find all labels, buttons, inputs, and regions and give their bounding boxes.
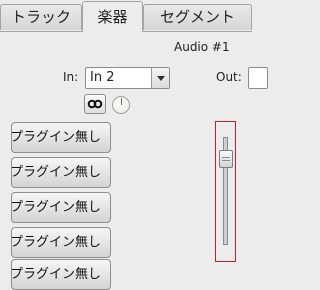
plugin-slot-2-button[interactable]: プラグイン無し <box>11 157 111 188</box>
input-label: In: <box>63 70 79 84</box>
plugin-slot-3-button[interactable]: プラグイン無し <box>11 192 111 223</box>
input-select[interactable]: In 2 <box>85 67 170 89</box>
output-select[interactable] <box>248 67 268 89</box>
link-icon <box>87 99 103 109</box>
plugin-slot-label: プラグイン無し <box>11 165 102 180</box>
tab-bar: トラック 楽器 セグメント <box>0 0 252 32</box>
plugin-slot-4-button[interactable]: プラグイン無し <box>11 227 111 258</box>
plugin-slot-label: プラグイン無し <box>11 130 102 145</box>
chevron-down-icon[interactable] <box>151 68 169 88</box>
stereo-link-button[interactable] <box>84 94 106 114</box>
tab-segment[interactable]: セグメント <box>143 4 252 30</box>
tab-instrument[interactable]: 楽器 <box>82 1 143 32</box>
output-label: Out: <box>216 70 242 84</box>
instrument-name: Audio #1 <box>174 40 230 54</box>
plugin-slot-label: プラグイン無し <box>11 200 102 215</box>
plugin-slot-label: プラグイン無し <box>11 235 102 250</box>
plugin-slot-label: プラグイン無し <box>11 267 102 282</box>
pan-knob[interactable] <box>112 96 130 114</box>
plugin-slot-1-button[interactable]: プラグイン無し <box>11 122 111 153</box>
tab-tracks[interactable]: トラック <box>0 4 82 30</box>
volume-fader-handle[interactable] <box>219 150 233 168</box>
